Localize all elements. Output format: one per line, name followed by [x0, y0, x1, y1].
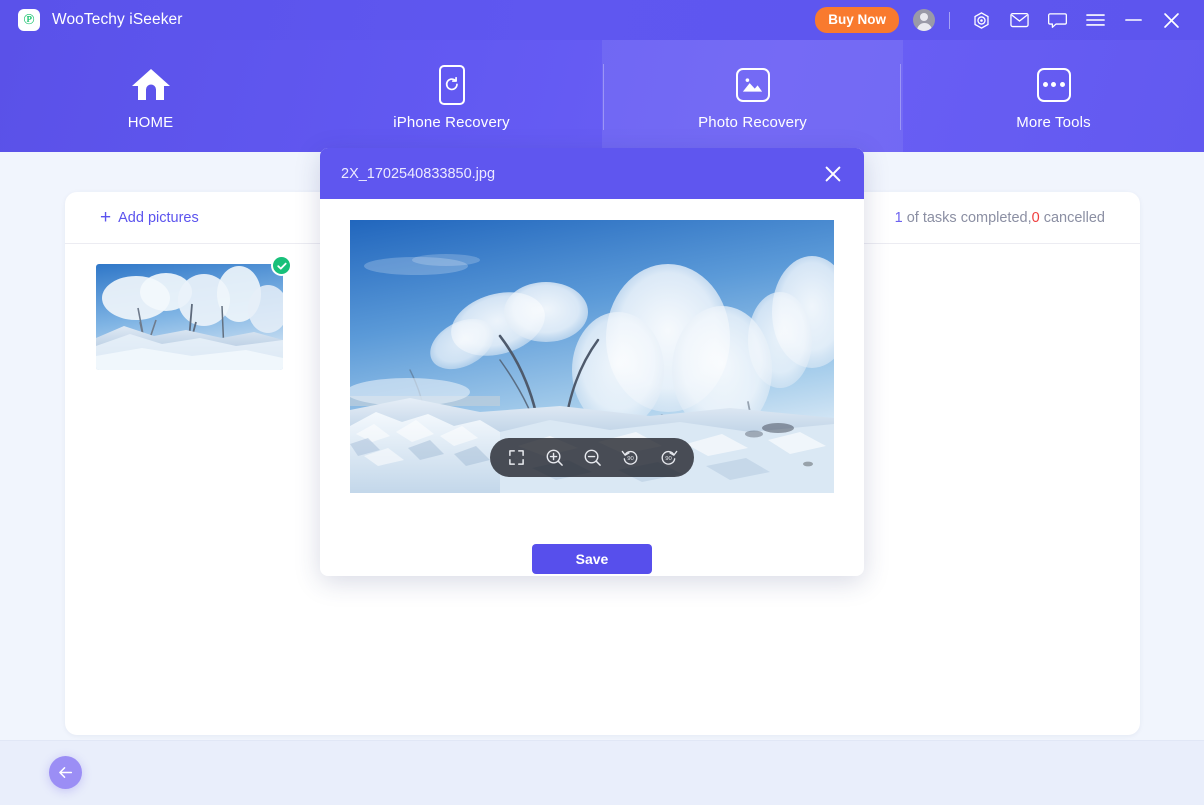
minimize-icon[interactable] [1120, 7, 1146, 33]
modal-title: 2X_1702540833850.jpg [341, 166, 495, 182]
fullscreen-icon[interactable] [504, 446, 528, 470]
app-title: WooTechy iSeeker [52, 11, 183, 29]
titlebar-divider [949, 12, 950, 29]
menu-icon[interactable] [1082, 7, 1108, 33]
tab-more-tools-label: More Tools [1016, 114, 1091, 131]
add-pictures-label: Add pictures [118, 210, 199, 226]
tab-home-label: HOME [128, 114, 174, 131]
back-button[interactable] [49, 756, 82, 789]
zoom-in-icon[interactable] [542, 446, 566, 470]
rotate-left-degrees: 90 [627, 456, 634, 462]
selected-check-badge [271, 255, 292, 276]
plus-icon: + [100, 208, 111, 227]
logo-glyph: ℗ [23, 13, 34, 28]
thumbnail-item[interactable] [96, 264, 283, 370]
tab-photo-recovery-label: Photo Recovery [698, 114, 807, 131]
tab-photo-recovery[interactable]: Photo Recovery [602, 40, 903, 152]
preview-image-container[interactable]: 90 90 [350, 220, 834, 493]
app-window: ℗ WooTechy iSeeker Buy Now [0, 0, 1204, 805]
modal-close-icon[interactable] [820, 161, 846, 187]
account-avatar-icon[interactable] [913, 9, 935, 31]
chat-icon[interactable] [1044, 7, 1070, 33]
close-icon[interactable] [1158, 7, 1184, 33]
task-status-text: 1 of tasks completed,0 cancelled [895, 210, 1105, 226]
thumbnail-image [96, 264, 283, 370]
footer-bar: Save all use time:00:01:07 [0, 740, 1204, 805]
tab-iphone-recovery-label: iPhone Recovery [393, 114, 509, 131]
rotate-right-90-icon[interactable]: 90 [656, 446, 680, 470]
zoom-out-icon[interactable] [580, 446, 604, 470]
modal-body: 90 90 Save [320, 199, 864, 576]
rotate-right-degrees: 90 [665, 456, 672, 462]
tasks-completed-count: 1 [895, 210, 903, 226]
nav-separator [900, 64, 901, 130]
title-bar: ℗ WooTechy iSeeker Buy Now [0, 0, 1204, 40]
image-preview-modal: 2X_1702540833850.jpg [320, 148, 864, 576]
modal-save-button[interactable]: Save [532, 544, 652, 574]
ellipsis-icon [1037, 62, 1071, 108]
tab-home[interactable]: HOME [0, 40, 301, 152]
modal-header: 2X_1702540833850.jpg [320, 148, 864, 199]
tab-more-tools[interactable]: More Tools [903, 40, 1204, 152]
add-pictures-button[interactable]: + Add pictures [100, 208, 199, 227]
tab-iphone-recovery[interactable]: iPhone Recovery [301, 40, 602, 152]
image-icon [736, 62, 770, 108]
tasks-cancelled-label: cancelled [1040, 210, 1105, 226]
tasks-completed-label: of tasks completed, [903, 210, 1032, 226]
arrow-left-icon [57, 765, 74, 780]
target-icon[interactable] [968, 7, 994, 33]
phone-refresh-icon [439, 62, 465, 108]
buy-now-button[interactable]: Buy Now [815, 7, 899, 34]
titlebar-controls: Buy Now [815, 0, 1204, 40]
mail-icon[interactable] [1006, 7, 1032, 33]
image-controls-toolbar: 90 90 [490, 438, 694, 477]
tasks-cancelled-count: 0 [1032, 210, 1040, 226]
rotate-left-90-icon[interactable]: 90 [618, 446, 642, 470]
app-logo-icon: ℗ [18, 9, 40, 31]
home-icon [130, 62, 172, 108]
main-navigation: HOME iPhone Recovery [0, 40, 1204, 152]
